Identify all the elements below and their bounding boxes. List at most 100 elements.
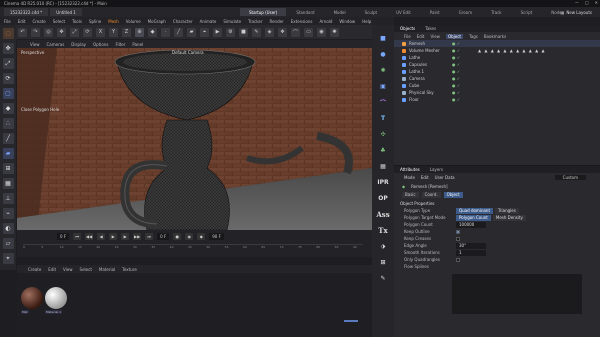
layout-tab-track[interactable]: Track bbox=[482, 8, 510, 16]
tab-objects[interactable]: Objects bbox=[400, 26, 415, 31]
mat-menu-texture[interactable]: Texture bbox=[122, 267, 137, 272]
object-name[interactable]: Remesh bbox=[409, 41, 425, 46]
menu-mesh[interactable]: Mesh bbox=[108, 19, 119, 24]
object-name[interactable]: Cube bbox=[409, 83, 419, 88]
close-button[interactable]: ✕ bbox=[595, 0, 598, 5]
object-mode-icon[interactable]: ◆ bbox=[2, 103, 14, 114]
points-icon[interactable]: ∴ bbox=[2, 118, 14, 129]
subtab-object[interactable]: Object bbox=[443, 191, 463, 198]
viewport[interactable]: Perspective Default Camera Close Polygon… bbox=[17, 48, 372, 230]
mat-menu-select[interactable]: Select bbox=[80, 267, 92, 272]
attr-menu-userdata[interactable]: User Data bbox=[435, 175, 455, 180]
mode-dropdown[interactable]: Custom bbox=[554, 175, 586, 180]
end-frame-field[interactable]: 90 F bbox=[209, 233, 224, 240]
edges-icon[interactable]: ╱ bbox=[2, 133, 14, 144]
subtab-basic[interactable]: Basic bbox=[402, 191, 419, 198]
menu-window[interactable]: Window bbox=[339, 19, 355, 24]
text-icon[interactable]: ▦ bbox=[377, 161, 390, 172]
options-menu[interactable]: Options bbox=[93, 42, 108, 47]
tab-layers[interactable]: Layers bbox=[430, 167, 443, 172]
visibility-check-icon[interactable]: ● ✓ bbox=[452, 55, 460, 60]
object-row[interactable]: Lathe.1 ● ✓ bbox=[394, 68, 600, 75]
autokey-icon[interactable]: ◉ bbox=[185, 233, 194, 240]
z-axis-icon[interactable]: Z bbox=[122, 27, 131, 37]
move-tool-icon[interactable]: ✥ bbox=[2, 43, 14, 54]
flow-splines-list[interactable] bbox=[452, 274, 582, 314]
asset-icon[interactable]: Ass bbox=[376, 209, 389, 220]
obj-menu-view[interactable]: View bbox=[430, 34, 440, 39]
visibility-check-icon[interactable]: ● ✓ bbox=[452, 41, 460, 46]
coord-system-icon[interactable]: ⊕ bbox=[135, 27, 144, 37]
property-checkbox[interactable] bbox=[456, 229, 460, 234]
menu-arnold[interactable]: Arnold bbox=[319, 19, 332, 24]
object-row[interactable]: Lathe ● ✓ bbox=[394, 54, 600, 61]
light-tool-icon[interactable]: ✺ bbox=[330, 27, 339, 37]
cube-tool-icon[interactable]: ■ bbox=[239, 27, 248, 37]
tag-icons[interactable]: ▲ ▲ ▲ ▲ ▲ ▲ ▲ ▲ ▲ ▲ ▲ bbox=[478, 48, 546, 53]
visibility-check-icon[interactable]: ● ✓ bbox=[452, 90, 460, 95]
zoom-slider[interactable] bbox=[344, 320, 358, 322]
visibility-check-icon[interactable]: ● ✓ bbox=[452, 62, 460, 67]
uv-mode-icon[interactable]: ⊞ bbox=[2, 163, 14, 174]
layout-tab-groom[interactable]: Groom bbox=[450, 8, 481, 16]
menu-tracker[interactable]: Tracker bbox=[248, 19, 262, 24]
camera-icon[interactable]: ▣ bbox=[377, 81, 390, 92]
undo-icon[interactable]: ↶ bbox=[18, 27, 27, 37]
bend-icon[interactable]: ⌒ bbox=[291, 27, 300, 37]
menu-spline[interactable]: Spline bbox=[89, 19, 101, 24]
next-key-icon[interactable]: ▶▶ bbox=[133, 233, 142, 240]
maximize-button[interactable]: □ bbox=[585, 0, 589, 5]
deformer-icon[interactable]: ⌒ bbox=[377, 97, 390, 108]
next-frame-icon[interactable]: ▶ bbox=[121, 233, 130, 240]
workplane-icon[interactable]: ▱ bbox=[2, 238, 14, 249]
property-value-field[interactable]: 1 bbox=[456, 249, 486, 256]
scale-icon[interactable]: ⤢ bbox=[70, 27, 79, 37]
axis-mode-icon[interactable]: ⊥ bbox=[2, 193, 14, 204]
brush-icon[interactable]: ✎ bbox=[377, 273, 390, 284]
attr-menu-mode[interactable]: Mode bbox=[404, 175, 415, 180]
snap-icon[interactable]: ⌖ bbox=[200, 27, 209, 37]
object-name[interactable]: Lathe.1 bbox=[409, 69, 424, 74]
spline-icon[interactable]: T bbox=[377, 113, 390, 124]
menu-animate[interactable]: Animate bbox=[200, 19, 217, 24]
object-name[interactable]: Physical Sky bbox=[409, 90, 434, 95]
property-checkbox[interactable] bbox=[456, 257, 460, 262]
menu-render[interactable]: Render bbox=[269, 19, 283, 24]
obj-menu-file[interactable]: File bbox=[404, 34, 411, 39]
obj-menu-tags[interactable]: Tags bbox=[469, 34, 478, 39]
layout-tab-script[interactable]: Script bbox=[512, 8, 542, 16]
object-name[interactable]: Camera bbox=[409, 76, 425, 81]
view-menu[interactable]: View bbox=[30, 42, 40, 47]
keyframe-icon[interactable]: ◆ bbox=[197, 233, 206, 240]
object-row[interactable]: Physical Sky ● ✓ bbox=[394, 89, 600, 96]
object-row[interactable]: Capsules ● ✓ bbox=[394, 61, 600, 68]
mat-menu-edit[interactable]: Edit bbox=[48, 267, 56, 272]
subtab-coord[interactable]: Coord. bbox=[421, 191, 441, 198]
object-name[interactable]: Lathe bbox=[409, 55, 420, 60]
layout-tab-sculpt[interactable]: Sculpt bbox=[356, 8, 387, 16]
menu-select[interactable]: Select bbox=[53, 19, 65, 24]
record-icon[interactable]: ● bbox=[173, 233, 182, 240]
material-swatch-1[interactable] bbox=[21, 287, 43, 309]
cube-icon[interactable]: ■ bbox=[377, 33, 390, 44]
timeline-ruler[interactable]: 0 5 10 15 20 25 30 35 40 45 50 55 60 65 70 75 80 85 90 bbox=[23, 244, 363, 253]
panel-menu[interactable]: Panel bbox=[132, 42, 143, 47]
go-to-end-icon[interactable]: ⏭ bbox=[145, 233, 154, 240]
tweak-mode-icon[interactable]: ⌁ bbox=[2, 208, 14, 219]
mograph-icon[interactable]: ✣ bbox=[377, 129, 390, 140]
menu-edit[interactable]: Edit bbox=[18, 19, 26, 24]
display-menu[interactable]: Display bbox=[71, 42, 86, 47]
edges-mode-icon[interactable]: ╱ bbox=[174, 27, 183, 37]
polygons-icon[interactable]: ▰ bbox=[2, 148, 14, 159]
attr-menu-edit[interactable]: Edit bbox=[421, 175, 429, 180]
object-row[interactable]: Remesh ● ✓ bbox=[394, 40, 600, 47]
live-select-icon[interactable]: ◎ bbox=[44, 27, 53, 37]
visibility-check-icon[interactable]: ● ✓ bbox=[452, 76, 460, 81]
tx-icon[interactable]: Tx bbox=[377, 225, 390, 236]
current-frame-field[interactable]: 0 F bbox=[157, 233, 170, 240]
menu-help[interactable]: Help bbox=[362, 19, 371, 24]
rotate-icon[interactable]: ⟳ bbox=[83, 27, 92, 37]
visibility-check-icon[interactable]: ● ✓ bbox=[452, 48, 460, 53]
x-axis-icon[interactable]: X bbox=[96, 27, 105, 37]
obj-menu-object[interactable]: Object bbox=[445, 33, 463, 39]
